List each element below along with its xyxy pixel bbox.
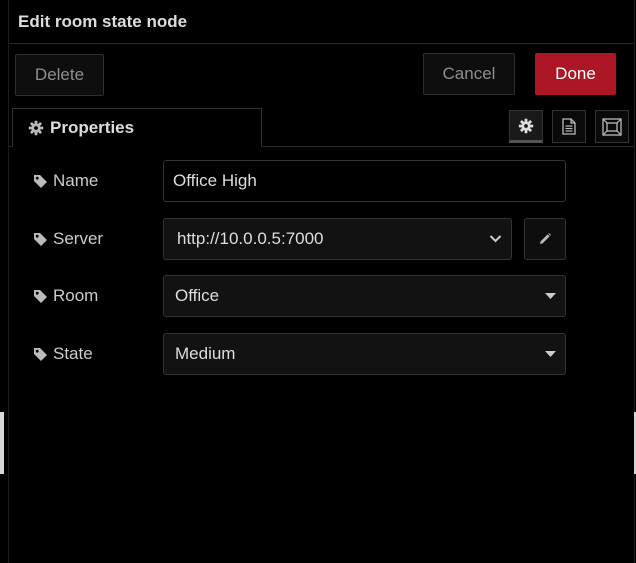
left-scrollbar[interactable]: [0, 412, 4, 474]
server-select-value: http://10.0.0.5:7000: [177, 229, 324, 248]
form-row-state: State Medium: [9, 333, 634, 375]
tab-description[interactable]: [552, 110, 586, 143]
state-label-text: State: [53, 344, 93, 363]
name-input-value: Office High: [173, 171, 257, 190]
caret-down-icon: [545, 351, 556, 357]
name-label: Name: [33, 160, 98, 202]
form-row-name: Name Office High: [9, 160, 634, 202]
tag-icon: [33, 289, 48, 304]
gear-icon: [518, 118, 534, 134]
appearance-icon: [602, 117, 622, 136]
delete-button[interactable]: Delete: [15, 54, 104, 96]
tag-icon: [33, 174, 48, 189]
chevron-down-icon: [489, 235, 502, 244]
tab-properties[interactable]: Properties: [12, 108, 262, 147]
state-label: State: [33, 333, 93, 375]
form-row-room: Room Office: [9, 275, 634, 317]
edit-node-dialog: Edit room state node Delete Cancel Done: [8, 0, 635, 563]
room-select[interactable]: Office: [163, 275, 566, 317]
server-select[interactable]: http://10.0.0.5:7000: [163, 218, 512, 260]
state-select[interactable]: Medium: [163, 333, 566, 375]
room-label-text: Room: [53, 286, 99, 305]
name-input[interactable]: Office High: [163, 160, 566, 202]
state-select-value: Medium: [175, 344, 236, 363]
done-button[interactable]: Done: [535, 53, 616, 95]
tab-settings[interactable]: [509, 110, 543, 143]
tag-icon: [33, 232, 48, 247]
edit-server-button[interactable]: [524, 218, 566, 260]
dialog-title-bar: Edit room state node: [9, 0, 634, 44]
tag-icon: [33, 347, 48, 362]
form-row-server: Server http://10.0.0.5:7000: [9, 218, 634, 260]
tab-properties-label: Properties: [50, 117, 135, 137]
room-select-value: Office: [175, 286, 220, 305]
dialog-title: Edit room state node: [18, 11, 188, 31]
gear-icon: [28, 120, 44, 136]
pencil-icon: [538, 232, 552, 246]
tab-appearance[interactable]: [595, 110, 629, 143]
document-icon: [562, 118, 576, 135]
server-label-text: Server: [53, 229, 104, 248]
cancel-button[interactable]: Cancel: [423, 53, 515, 95]
room-label: Room: [33, 275, 98, 317]
name-label-text: Name: [53, 171, 99, 190]
server-label: Server: [33, 218, 103, 260]
caret-down-icon: [545, 293, 556, 299]
